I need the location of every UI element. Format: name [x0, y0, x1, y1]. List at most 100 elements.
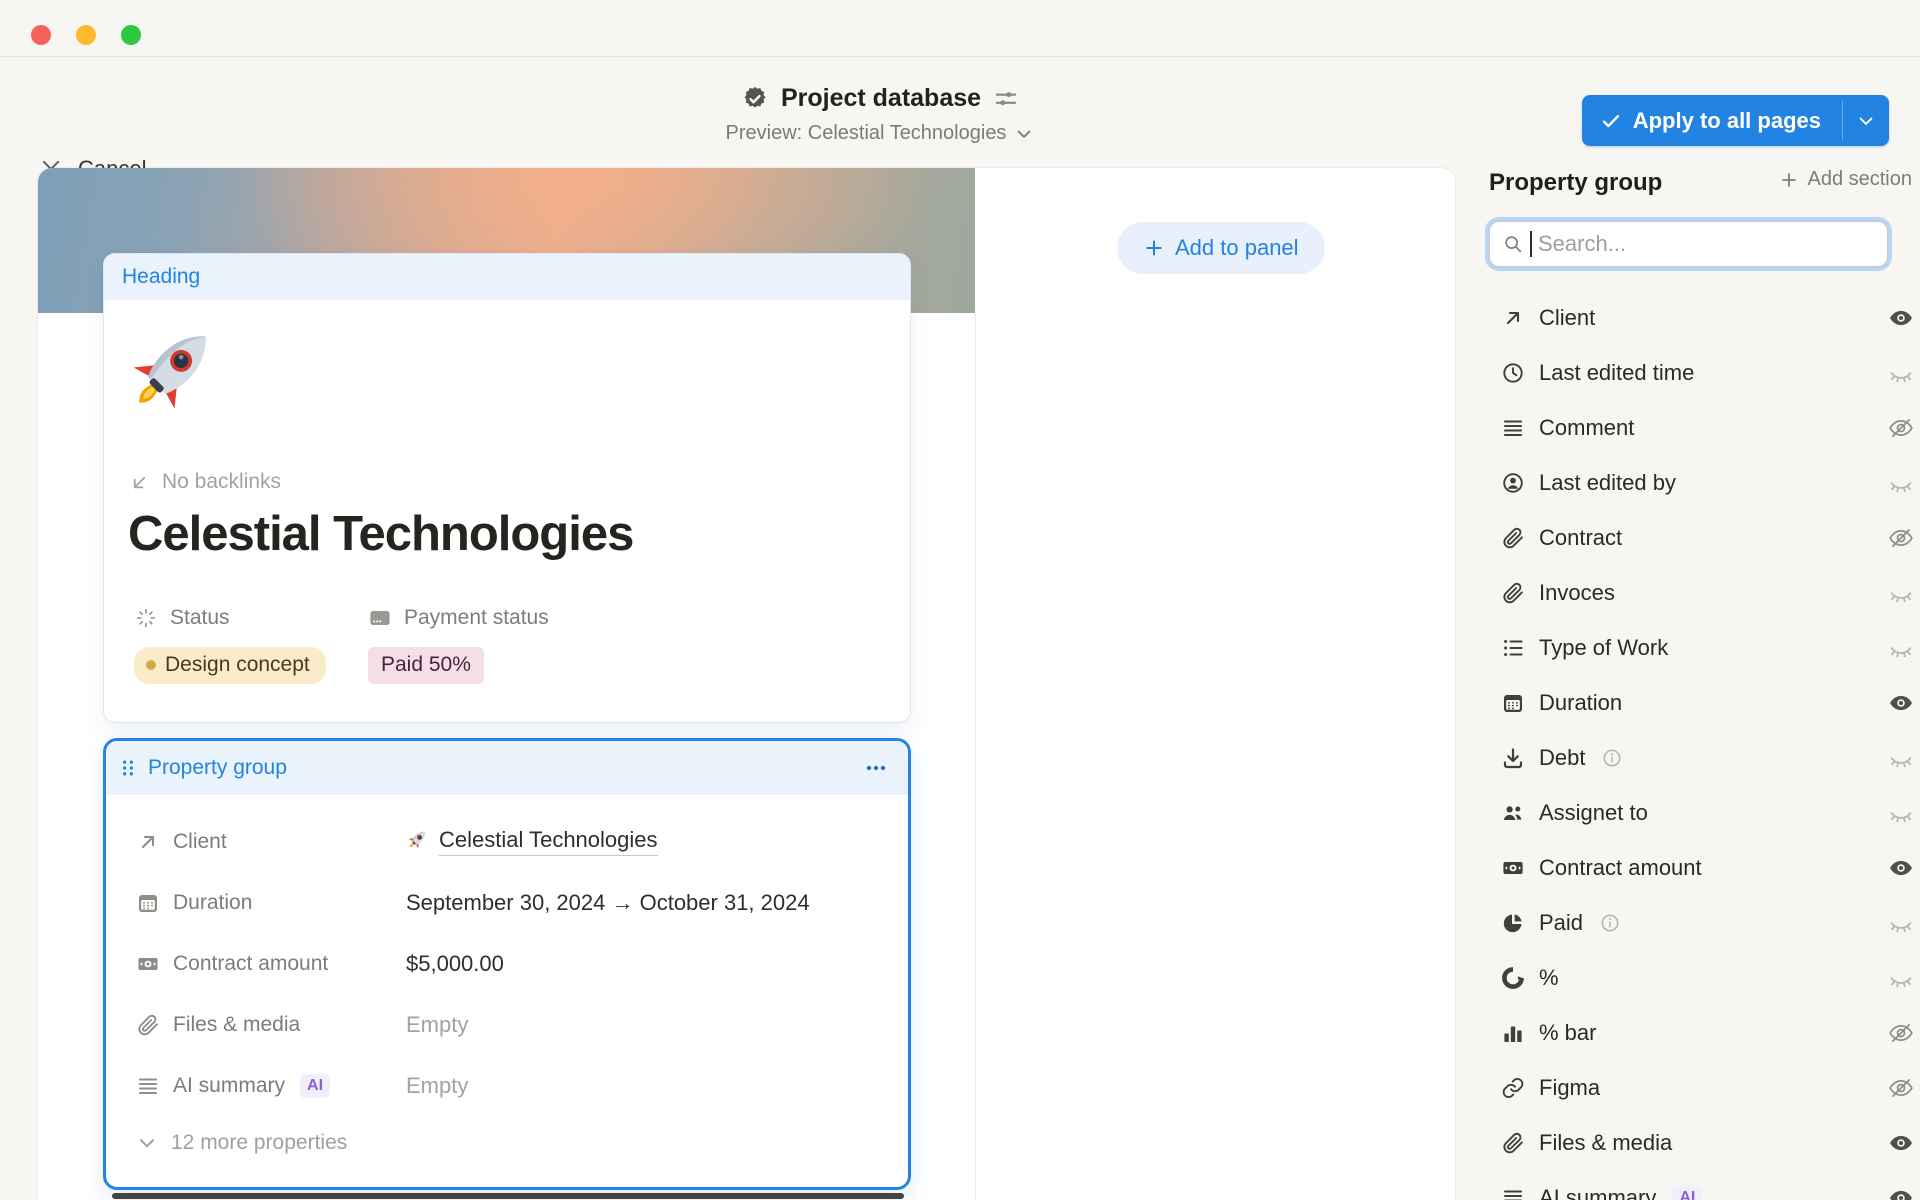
settings-sliders-icon[interactable]: [993, 86, 1019, 112]
sidebar-item-debt[interactable]: Debt: [1489, 731, 1920, 786]
sidebar-item-label: Type of Work: [1539, 635, 1668, 661]
eye-open-icon[interactable]: [1888, 1185, 1914, 1200]
sidebar-item-invoces[interactable]: Invoces: [1489, 566, 1920, 621]
sidebar-item-paid[interactable]: Paid: [1489, 896, 1920, 951]
eye-closed-icon[interactable]: [1888, 635, 1914, 661]
preview-selector[interactable]: Preview: Celestial Technologies: [560, 122, 1200, 145]
next-section-edge: [112, 1193, 904, 1199]
property-row-ai-summary[interactable]: AI summaryAIEmpty: [136, 1055, 884, 1116]
property-value-badge: Design concept: [134, 647, 326, 684]
sidebar-item-label: Comment: [1539, 415, 1634, 441]
property-label: AI summary: [173, 1074, 285, 1098]
ai-badge: AI: [1672, 1186, 1702, 1200]
drag-handle-icon[interactable]: [118, 758, 138, 778]
eye-closed-icon[interactable]: [1888, 360, 1914, 386]
heading-section-header: Heading: [104, 254, 910, 300]
eye-slash-icon[interactable]: [1888, 1020, 1914, 1046]
plus-icon: [1779, 170, 1799, 190]
chevron-down-icon: [1856, 111, 1876, 131]
sidebar-item-ai-summary[interactable]: AI summaryAI: [1489, 1171, 1920, 1200]
sidebar-item-last-edited-by[interactable]: Last edited by: [1489, 456, 1920, 511]
paperclip-icon: [1501, 1131, 1525, 1155]
more-options-icon[interactable]: [864, 756, 888, 780]
close-window-button[interactable]: [31, 25, 51, 45]
more-properties-toggle[interactable]: 12 more properties: [136, 1116, 884, 1170]
property-label: Contract amount: [173, 952, 328, 976]
sidebar-item-contract[interactable]: Contract: [1489, 511, 1920, 566]
sidebar-item-duration[interactable]: Duration: [1489, 676, 1920, 731]
eye-open-icon[interactable]: [1888, 690, 1914, 716]
property-value: Empty: [406, 1073, 468, 1099]
search-input[interactable]: [1538, 231, 1875, 257]
add-section-label: Add section: [1807, 168, 1912, 191]
property-label: Status: [170, 606, 230, 630]
eye-slash-icon[interactable]: [1888, 525, 1914, 551]
sidebar-item-assignet-to[interactable]: Assignet to: [1489, 786, 1920, 841]
calendar-icon: [136, 891, 160, 915]
relation-link[interactable]: Celestial Technologies: [439, 827, 658, 856]
heading-section[interactable]: Heading No backlinks Celestial Technolog…: [103, 253, 911, 723]
zoom-window-button[interactable]: [121, 25, 141, 45]
people-icon: [1501, 801, 1525, 825]
sidebar-item-last-edited-time[interactable]: Last edited time: [1489, 346, 1920, 401]
property-row-client[interactable]: ClientCelestial Technologies: [136, 811, 884, 872]
eye-open-icon[interactable]: [1888, 1130, 1914, 1156]
eye-closed-icon[interactable]: [1888, 910, 1914, 936]
eye-open-icon[interactable]: [1888, 855, 1914, 881]
arrow-up-right-icon: [136, 830, 160, 854]
sidebar-item-label: Last edited time: [1539, 360, 1694, 386]
sidebar-item-type-of-work[interactable]: Type of Work: [1489, 621, 1920, 676]
eye-closed-icon[interactable]: [1888, 800, 1914, 826]
sidebar-item-label: Figma: [1539, 1075, 1600, 1101]
add-section-button[interactable]: Add section: [1779, 168, 1912, 191]
plus-icon: [1143, 237, 1165, 259]
sidebar-item--[interactable]: %: [1489, 951, 1920, 1006]
info-icon: [1599, 912, 1621, 934]
property-label: Payment status: [404, 606, 549, 630]
document-title: Celestial Technologies: [128, 506, 633, 562]
sidebar-item-label: %: [1539, 965, 1559, 991]
sidebar-item-label: Files & media: [1539, 1130, 1672, 1156]
sidebar-item-comment[interactable]: Comment: [1489, 401, 1920, 456]
paperclip-icon: [136, 1013, 160, 1037]
page-preview-canvas: Add to panel Heading No backlinks Celest…: [38, 168, 1455, 1200]
sidebar-item-client[interactable]: Client: [1489, 291, 1920, 346]
eye-open-icon[interactable]: [1888, 305, 1914, 331]
verified-badge-icon: [741, 85, 769, 113]
property-row-contract-amount[interactable]: Contract amount$5,000.00: [136, 933, 884, 994]
sidebar-item-label: Contract amount: [1539, 855, 1702, 881]
backlinks-indicator: No backlinks: [128, 470, 281, 494]
property-row-duration[interactable]: DurationSeptember 30, 2024 → October 31,…: [136, 872, 884, 933]
apply-options-button[interactable]: [1843, 95, 1889, 146]
bulleted-list-icon: [1501, 636, 1525, 660]
eye-closed-icon[interactable]: [1888, 470, 1914, 496]
sidebar-item-label: Paid: [1539, 910, 1583, 936]
page-icon-rocket[interactable]: [122, 316, 226, 420]
eye-closed-icon[interactable]: [1888, 580, 1914, 606]
sidebar-item-files-media[interactable]: Files & media: [1489, 1116, 1920, 1171]
donut-icon: [1501, 966, 1525, 990]
eye-closed-icon[interactable]: [1888, 965, 1914, 991]
sidebar-item-label: Invoces: [1539, 580, 1615, 606]
status-burst-icon: [134, 606, 158, 630]
sidebar-item-figma[interactable]: Figma: [1489, 1061, 1920, 1116]
banknote-icon: [1501, 856, 1525, 880]
eye-closed-icon[interactable]: [1888, 745, 1914, 771]
client-rocket-icon: [406, 827, 430, 857]
property-value: Empty: [406, 1012, 468, 1038]
sidebar-item-contract-amount[interactable]: Contract amount: [1489, 841, 1920, 896]
minimize-window-button[interactable]: [76, 25, 96, 45]
eye-slash-icon[interactable]: [1888, 1075, 1914, 1101]
eye-slash-icon[interactable]: [1888, 415, 1914, 441]
property-group-section[interactable]: Property group ClientCelestial Technolog…: [103, 738, 911, 1190]
bar-chart-icon: [1501, 1021, 1525, 1045]
preview-selector-label: Preview: Celestial Technologies: [726, 122, 1007, 145]
apply-to-all-pages-button[interactable]: Apply to all pages: [1582, 95, 1842, 146]
add-to-panel-button[interactable]: Add to panel: [1117, 222, 1325, 274]
property-value-badge: Paid 50%: [368, 647, 484, 684]
search-box[interactable]: [1489, 221, 1888, 267]
sidebar-item--bar[interactable]: % bar: [1489, 1006, 1920, 1061]
banknote-icon: [136, 952, 160, 976]
property-row-files-media[interactable]: Files & mediaEmpty: [136, 994, 884, 1055]
paperclip-icon: [1501, 581, 1525, 605]
